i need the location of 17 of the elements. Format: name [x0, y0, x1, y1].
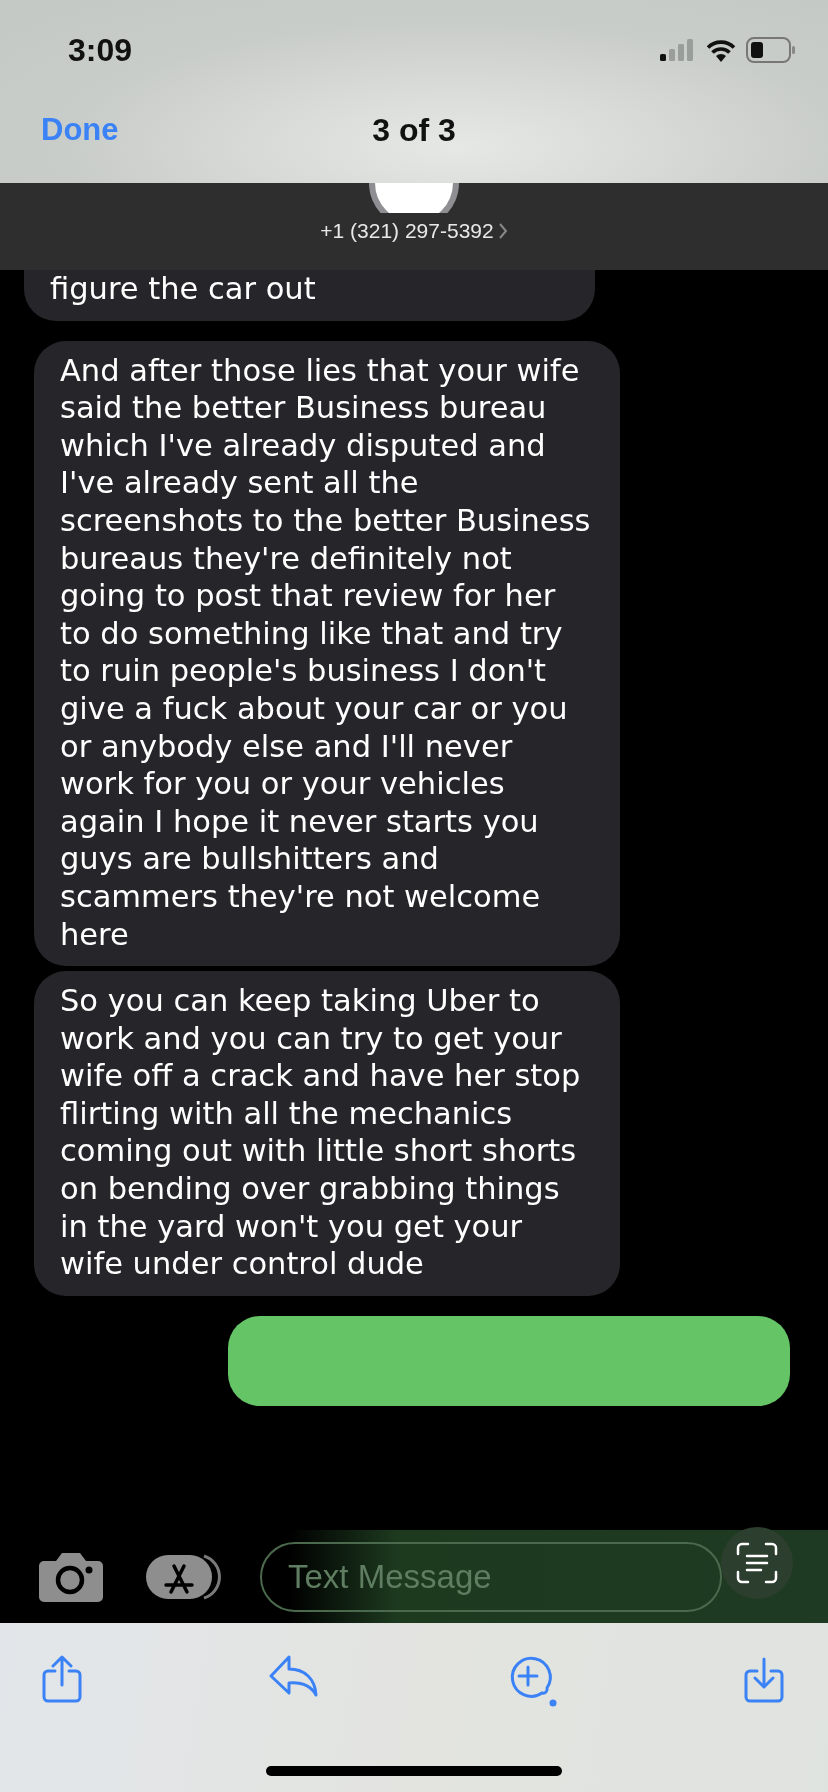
camera-icon[interactable] — [38, 1550, 104, 1603]
wifi-icon — [706, 38, 736, 62]
scan-text-icon — [736, 1542, 778, 1584]
battery-icon — [746, 37, 796, 63]
message-text: figure the car out — [50, 270, 317, 308]
contact-phone-link[interactable]: +1 (321) 297-5392 — [320, 219, 508, 243]
message-input-field[interactable]: Text Message — [260, 1541, 722, 1612]
download-icon[interactable] — [744, 1655, 784, 1703]
signal-icon — [660, 38, 696, 62]
chevron-icon — [497, 222, 508, 240]
share-icon[interactable] — [42, 1655, 82, 1703]
avatar-icon — [366, 183, 462, 213]
message-text: And after those lies that your wife said the better Business bureau which I've already disputed and I've already sent all the screenshots to the better Business bureaus they're definitely not going to post that review for her to do something like that and try to ruin people's business I don't give a fuck about your car or you or anybody else and I'll never work for you or your vehicles again I hope it never starts you guys are bullshitters and scammers they're not welcome here — [60, 351, 592, 954]
reply-icon[interactable] — [269, 1655, 320, 1697]
status-time: 3:09 — [68, 31, 133, 69]
message-text: So you can keep taking Uber to work and you can try to get your wife off a crack and have her stop flirting with all the mechanics coming out with little short shorts on bending over grabbing things in the yard won't you get your wife under control dude — [60, 982, 582, 1283]
page-counter: 3 of 3 — [372, 111, 456, 149]
